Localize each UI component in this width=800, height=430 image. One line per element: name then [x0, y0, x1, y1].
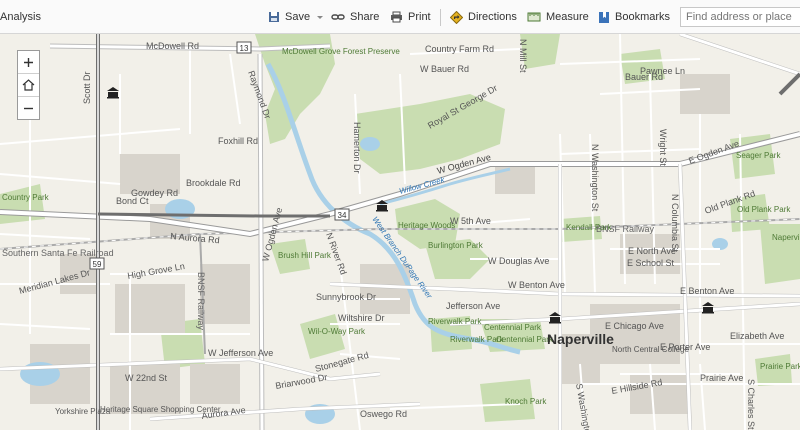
- label-bond-ct: Bond Ct: [116, 196, 149, 206]
- label-park-kendall: Kendall Park: [566, 223, 612, 232]
- label-n-columbia-st: N Columbia St: [670, 194, 680, 253]
- directions-icon: [450, 10, 463, 24]
- share-label: Share: [350, 11, 380, 23]
- label-park-country: Country Park: [2, 193, 50, 202]
- label-brookdale-rd: Brookdale Rd: [186, 178, 241, 188]
- measure-button[interactable]: Measure: [527, 0, 589, 34]
- analysis-button[interactable]: Analysis: [0, 0, 41, 34]
- save-label: Save: [285, 11, 311, 23]
- basemap: 59 34 13 McDowell Rd W Bauer Rd Bauer Rd…: [0, 34, 800, 430]
- label-southern-santa-fe: Southern Santa Fe Railroad: [2, 248, 114, 258]
- print-label: Print: [408, 11, 431, 23]
- zoom-out-button[interactable]: [18, 97, 39, 119]
- route-13-label: 13: [240, 44, 249, 53]
- bookmark-icon: [599, 11, 609, 23]
- toolbar: Analysis Save Share Print Directions Mea…: [0, 0, 800, 34]
- label-e-benton-ave: E Benton Ave: [680, 286, 734, 296]
- label-e-north-ave: E North Ave: [628, 246, 676, 256]
- route-34-label: 34: [338, 211, 347, 220]
- minus-icon: [24, 107, 33, 109]
- label-e-chicago-ave: E Chicago Ave: [605, 321, 664, 331]
- bookmarks-label: Bookmarks: [615, 11, 671, 23]
- directions-button[interactable]: Directions: [450, 0, 517, 34]
- save-icon: [269, 12, 279, 22]
- label-w-22nd-st: W 22nd St: [125, 373, 168, 383]
- label-north-central-college: North Central College: [612, 345, 689, 354]
- analysis-label: Analysis: [0, 11, 41, 23]
- label-park-brush-hill: Brush Hill Park: [278, 251, 332, 260]
- label-park-riverwalk: Riverwalk Park: [428, 317, 482, 326]
- label-wright-st: Wright St: [658, 129, 668, 166]
- label-park-burlington: Burlington Park: [428, 241, 484, 250]
- bookmarks-button[interactable]: Bookmarks: [598, 0, 670, 34]
- share-button[interactable]: Share: [331, 0, 379, 34]
- search-input[interactable]: [680, 7, 800, 27]
- label-w-douglas-ave: W Douglas Ave: [488, 256, 549, 266]
- label-park-mcdowell: McDowell Grove Forest Preserve: [282, 47, 400, 56]
- label-n-mill-st: N Mill St: [518, 39, 528, 73]
- label-hamerton-dr: Hamerton Dr: [352, 122, 362, 174]
- label-w-5th-ave: W 5th Ave: [450, 216, 491, 226]
- label-park-centennial-2: Centennial Park: [496, 335, 554, 344]
- home-icon: [22, 79, 35, 91]
- measure-label: Measure: [546, 11, 589, 23]
- label-heritage-square: Heritage Square Shopping Center: [100, 405, 221, 414]
- label-park-prairie: Prairie Park: [760, 362, 800, 371]
- label-w-bauer-rd: W Bauer Rd: [420, 64, 469, 74]
- save-button[interactable]: Save: [268, 0, 325, 34]
- measure-icon: [527, 12, 541, 22]
- share-link-icon: [331, 14, 345, 20]
- zoom-in-button[interactable]: [18, 51, 39, 74]
- label-park-heritage-woods: Heritage Woods: [398, 221, 455, 230]
- label-park-wil-o-way: Wil-O-Way Park: [308, 327, 366, 336]
- label-mcdowell-rd: McDowell Rd: [146, 41, 199, 51]
- label-bnsf-railway-2: BNSF Railway: [196, 272, 206, 331]
- label-sunnybrook-dr: Sunnybrook Dr: [316, 292, 376, 302]
- label-park-centennial: Centennial Park: [484, 323, 542, 332]
- print-button[interactable]: Print: [390, 0, 431, 34]
- label-oswego-rd: Oswego Rd: [360, 409, 407, 419]
- route-59-label: 59: [93, 260, 102, 269]
- label-w-jefferson-ave: W Jefferson Ave: [208, 348, 273, 358]
- label-city-naperville: Naperville: [547, 331, 614, 347]
- zoom-controls: [17, 50, 40, 120]
- toolbar-divider: [440, 9, 441, 26]
- label-scott-dr: Scott Dr: [82, 71, 92, 104]
- printer-icon: [391, 11, 402, 23]
- map-view[interactable]: 59 34 13 McDowell Rd W Bauer Rd Bauer Rd…: [0, 34, 800, 430]
- label-w-benton-ave: W Benton Ave: [508, 280, 565, 290]
- label-jefferson-ave: Jefferson Ave: [446, 301, 500, 311]
- label-park-naperville-cc: Naperville Country Club: [772, 233, 800, 242]
- directions-label: Directions: [468, 11, 517, 23]
- label-foxhill-rd: Foxhill Rd: [218, 136, 258, 146]
- label-country-farm-rd: Country Farm Rd: [425, 44, 494, 54]
- label-n-washington-st: N Washington St: [590, 144, 600, 212]
- plus-icon: [24, 57, 33, 67]
- label-park-seager: Seager Park: [736, 151, 781, 160]
- label-pawnee-ln: Pawnee Ln: [640, 66, 685, 76]
- label-prairie-ave: Prairie Ave: [700, 373, 743, 383]
- label-elizabeth-ave: Elizabeth Ave: [730, 331, 784, 341]
- label-park-knoch: Knoch Park: [505, 397, 547, 406]
- label-e-school-st: E School St: [627, 258, 675, 268]
- label-park-old-plank: Old Plank Park: [737, 205, 791, 214]
- chevron-down-icon: [317, 16, 324, 19]
- label-s-charles-st: S Charles St: [746, 379, 756, 430]
- home-button[interactable]: [18, 74, 39, 97]
- label-wiltshire-dr: Wiltshire Dr: [338, 313, 385, 323]
